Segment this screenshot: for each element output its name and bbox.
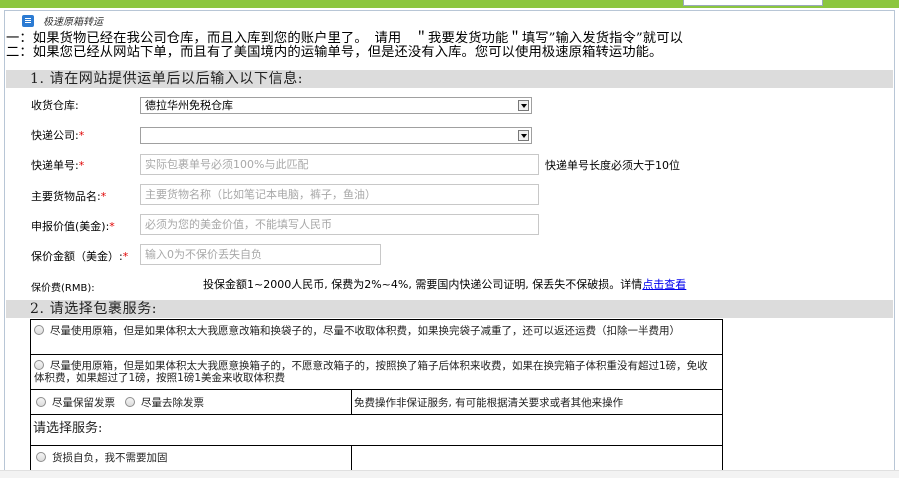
panel-header: 极速原箱转运 xyxy=(22,13,103,28)
option-row-2: 尽量使用原箱，但是如果体积太大我愿意换箱子的，不愿意改箱子的，按照换了箱子后体积… xyxy=(30,354,723,390)
tracking-label: 快递单号:* xyxy=(31,159,85,172)
required-mark: * xyxy=(100,190,107,203)
invoice-options-cell: 尽量保留发票 尽量去除发票 xyxy=(30,389,352,415)
warehouse-select[interactable]: 德拉华州免税仓库 xyxy=(140,97,532,114)
insured-amount-input[interactable] xyxy=(140,244,381,265)
insurance-fee-label: 保价费(RMB): xyxy=(31,283,95,294)
insurance-fee-description: 投保金额1~2000人民币, 保费为2%~4%, 需要国内快递公司证明, 保丢失… xyxy=(203,278,643,291)
option1-text: 尽量使用原箱，但是如果体积太大我愿意改箱和换袋子的，尽量不收取体积费，如果换完袋… xyxy=(50,325,680,337)
goods-input[interactable] xyxy=(140,184,539,205)
option2-radio[interactable] xyxy=(34,360,44,370)
intro-line-1: 一：如果货物已经在我公司仓库，而且入库到您的账户里了。 请用 ＂我要发货功能＂填… xyxy=(6,31,683,46)
option-row-1: 尽量使用原箱，但是如果体积太大我愿意改箱和换袋子的，尽量不收取体积费，如果换完袋… xyxy=(30,319,723,355)
top-search-input[interactable] xyxy=(683,0,823,6)
invoice-keep-label: 尽量保留发票 xyxy=(52,397,115,409)
declared-value-input[interactable] xyxy=(140,214,539,235)
required-mark: * xyxy=(78,129,85,142)
required-mark: * xyxy=(122,250,129,263)
warehouse-label: 收货仓库: xyxy=(31,99,79,112)
required-mark: * xyxy=(78,159,85,172)
invoice-keep-radio[interactable] xyxy=(36,397,46,407)
invoice-note-cell: 免费操作非保证服务, 有可能根据清关要求或者其他来操作 xyxy=(351,389,723,415)
service-select-title: 请选择服务: xyxy=(33,421,103,436)
insured-amount-label: 保价金额（美金）:* xyxy=(31,250,129,263)
list-icon xyxy=(22,14,34,27)
courier-label: 快递公司:* xyxy=(31,129,85,142)
section2-title: 2. 请选择包裹服务: xyxy=(6,300,893,318)
goods-label: 主要货物品名:* xyxy=(31,190,107,203)
tracking-hint: 快递单号长度必须大于10位 xyxy=(545,159,680,172)
invoice-remove-label: 尽量去除发票 xyxy=(141,397,204,409)
insurance-fee-text: 投保金额1~2000人民币, 保费为2%~4%, 需要国内快递公司证明, 保丢失… xyxy=(203,278,686,292)
required-mark: * xyxy=(109,220,115,233)
invoice-remove-radio[interactable] xyxy=(125,397,135,407)
no-reinforce-radio[interactable] xyxy=(36,452,46,462)
panel-title: 极速原箱转运 xyxy=(43,17,103,28)
chevron-down-icon[interactable] xyxy=(518,100,529,111)
warehouse-selected-value: 德拉华州免税仓库 xyxy=(145,99,233,112)
intro-line-2: 二：如果您已经从网站下单，而且有了美国境内的运输单号，但是还没有入库。您可以使用… xyxy=(6,45,663,60)
chevron-down-icon[interactable] xyxy=(518,130,529,141)
horizontal-scrollbar[interactable] xyxy=(0,470,899,478)
tracking-input[interactable] xyxy=(140,154,539,175)
no-reinforce-label: 货损自负，我不需要加固 xyxy=(52,452,168,464)
details-link[interactable]: 点击查看 xyxy=(642,278,686,291)
courier-select[interactable] xyxy=(140,127,532,144)
service-select-row: 请选择服务: xyxy=(30,414,723,446)
section1-title: 1. 请在网站提供运单后以后输入以下信息: xyxy=(6,70,893,88)
declared-value-label: 申报价值(美金):* xyxy=(31,220,115,233)
option1-radio[interactable] xyxy=(34,325,44,335)
invoice-note: 免费操作非保证服务, 有可能根据清关要求或者其他来操作 xyxy=(354,397,624,409)
option2-text: 尽量使用原箱，但是如果体积太大我愿意换箱子的，不愿意改箱子的，按照换了箱子后体积… xyxy=(34,360,708,384)
